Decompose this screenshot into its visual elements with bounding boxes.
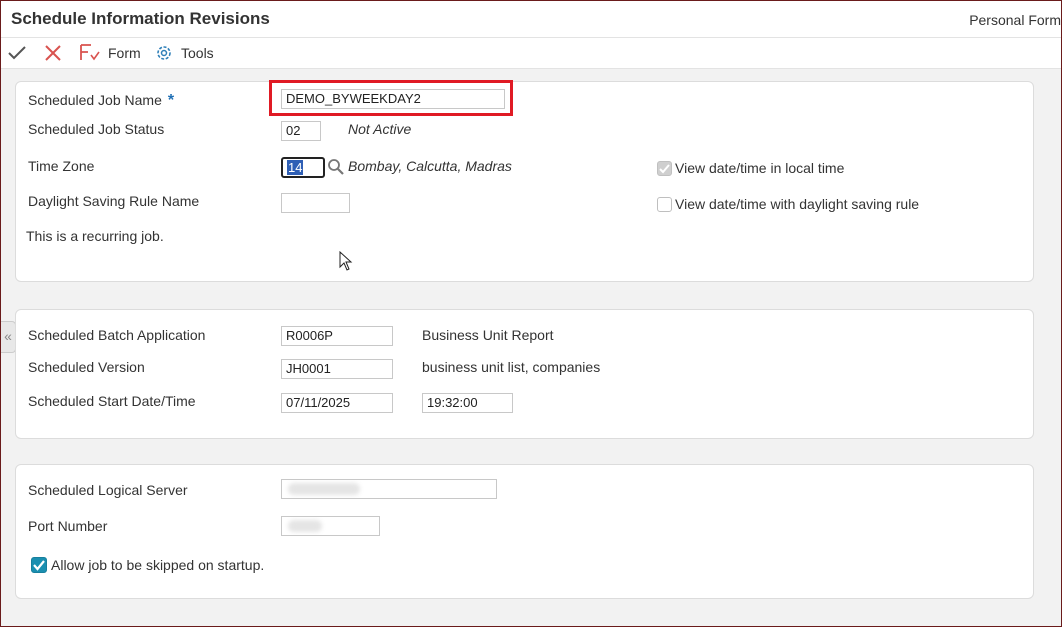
scheduled-start-date-field[interactable]: 07/11/2025 [281, 393, 393, 413]
page-title: Schedule Information Revisions [11, 9, 270, 28]
application-window: Schedule Information Revisions Personal … [0, 0, 1062, 627]
version-description: business unit list, companies [422, 359, 601, 375]
personal-form-menu[interactable]: Personal Form [969, 12, 1061, 28]
mouse-cursor-icon [339, 251, 353, 271]
view-local-time-label: View date/time in local time [675, 160, 845, 176]
redacted-value [288, 520, 322, 532]
checkmark-icon [8, 46, 26, 60]
allow-skip-label: Allow job to be skipped on startup. [51, 557, 265, 573]
gear-icon [157, 46, 171, 60]
scheduled-batch-application-label: Scheduled Batch Application [28, 327, 206, 343]
time-zone-field[interactable]: 14 [281, 157, 325, 178]
batch-application-description: Business Unit Report [422, 327, 554, 343]
toolbar: Form Tools [1, 38, 1061, 69]
scheduled-version-label: Scheduled Version [28, 359, 145, 375]
scheduled-logical-server-field[interactable] [281, 479, 497, 499]
recurring-job-note: This is a recurring job. [26, 228, 164, 244]
ok-button[interactable] [7, 43, 27, 63]
scheduled-logical-server-label: Scheduled Logical Server [28, 482, 188, 498]
close-icon [45, 45, 61, 61]
form-menu-button[interactable]: Form [79, 42, 141, 64]
port-number-field[interactable] [281, 516, 380, 536]
form-menu-label: Form [108, 45, 141, 61]
view-dst-label: View date/time with daylight saving rule [675, 196, 920, 212]
form-icon [80, 44, 100, 61]
job-info-panel [15, 81, 1034, 282]
title-bar: Schedule Information Revisions Personal … [1, 1, 1061, 38]
scheduled-job-status-label: Scheduled Job Status [28, 121, 165, 137]
scheduled-version-field[interactable]: JH0001 [281, 359, 393, 379]
redacted-value [288, 483, 360, 495]
view-local-time-checkbox[interactable] [657, 161, 672, 176]
cancel-button[interactable] [43, 43, 63, 63]
view-dst-checkbox[interactable] [657, 197, 672, 212]
port-number-label: Port Number [28, 518, 108, 534]
scheduled-batch-application-field[interactable]: R0006P [281, 326, 393, 346]
highlight-box [269, 80, 513, 116]
daylight-saving-rule-label: Daylight Saving Rule Name [28, 193, 200, 209]
scheduled-job-name-label: Scheduled Job Name * [28, 92, 175, 109]
time-zone-description: Bombay, Calcutta, Madras [348, 158, 512, 174]
required-marker: * [167, 92, 175, 109]
tools-menu-button[interactable]: Tools [154, 42, 214, 64]
job-status-description: Not Active [348, 121, 412, 137]
time-zone-selected-text: 14 [287, 160, 304, 175]
tools-menu-label: Tools [181, 45, 214, 61]
scheduled-start-time-field[interactable]: 19:32:00 [422, 393, 513, 413]
checkmark-icon [33, 560, 45, 571]
time-zone-label: Time Zone [28, 158, 95, 174]
daylight-saving-rule-field[interactable] [281, 193, 350, 213]
scheduled-job-status-field[interactable]: 02 [281, 121, 321, 141]
checkmark-icon [659, 164, 670, 174]
collapse-panel-handle[interactable]: « [1, 321, 16, 353]
allow-skip-checkbox[interactable] [31, 557, 47, 573]
scheduled-start-datetime-label: Scheduled Start Date/Time [28, 393, 196, 409]
search-icon[interactable] [327, 158, 345, 176]
